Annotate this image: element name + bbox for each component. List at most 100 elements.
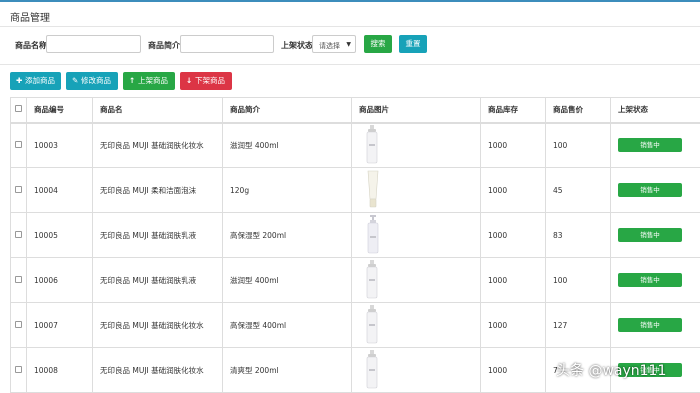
cell-image [351,212,481,258]
status-badge[interactable]: 销售中 [618,183,682,197]
cell-image [351,347,481,393]
edit-product-label: 修改商品 [81,76,111,85]
divider [0,26,700,27]
table-header-row: 商品编号 商品名 商品简介 商品图片 商品库存 商品售价 上架状态 [10,97,700,124]
cell-intro: 高保湿型 400ml [222,302,352,348]
row-checkbox[interactable] [15,275,22,283]
cell-status: 销售中 [610,302,700,348]
list-product-button[interactable]: ↑ 上架商品 [123,72,175,90]
row-checkbox[interactable] [15,140,22,148]
product-image [365,349,480,391]
cell-name: 无印良品 MUJI 基础润肤化妆水 [92,122,223,168]
status-badge[interactable]: 销售中 [618,138,682,153]
cell-price: 83 [545,212,611,258]
cell-intro: 清爽型 200ml [222,347,352,393]
cell-intro: 120g [222,167,352,213]
row-checkbox-cell [10,257,27,303]
cell-status: 销售中 [610,167,700,213]
status-badge[interactable]: 销售中 [618,273,682,287]
row-checkbox-cell [10,122,27,168]
cell-id: 10006 [26,257,93,303]
product-image [365,169,480,211]
header-image[interactable]: 商品图片 [351,97,481,124]
cell-stock: 1000 [480,122,546,168]
header-stock[interactable]: 商品库存 [480,97,546,124]
row-checkbox[interactable] [15,185,22,193]
status-badge[interactable]: 销售中 [618,228,682,242]
toolbar: ✚ 添加商品 ✎ 修改商品 ↑ 上架商品 ↓ 下架商品 [0,72,700,92]
cell-image [351,122,481,168]
cell-image [351,257,481,303]
cell-id: 10005 [26,212,93,258]
row-checkbox-cell [10,302,27,348]
delist-product-button[interactable]: ↓ 下架商品 [180,72,232,90]
cell-intro: 滋润型 400ml [222,257,352,303]
cell-stock: 1000 [480,167,546,213]
product-image [365,124,480,166]
cell-price: 100 [545,122,611,168]
edit-product-button[interactable]: ✎ 修改商品 [66,72,118,90]
status-select[interactable]: 请选择 ▼ [312,35,356,53]
cell-intro: 滋润型 400ml [222,122,352,168]
cell-price: 127 [545,302,611,348]
row-checkbox-cell [10,167,27,213]
cell-id: 10007 [26,302,93,348]
cell-name: 无印良品 MUJI 基础润肤化妆水 [92,302,223,348]
row-checkbox-cell [10,347,27,393]
table-row[interactable]: 10003 无印良品 MUJI 基础润肤化妆水 滋润型 400ml 1000 1… [10,122,700,168]
cell-name: 无印良品 MUJI 柔和洁面泡沫 [92,167,223,213]
table-row[interactable]: 10005 无印良品 MUJI 基础润肤乳液 高保湿型 200ml 1000 8… [10,212,700,258]
arrow-up-icon: ↑ [129,76,136,85]
header-price[interactable]: 商品售价 [545,97,611,124]
cell-name: 无印良品 MUJI 基础润肤乳液 [92,257,223,303]
cell-image [351,302,481,348]
table-row[interactable]: 10007 无印良品 MUJI 基础润肤化妆水 高保湿型 400ml 1000 … [10,302,700,348]
cell-id: 10008 [26,347,93,393]
table-row[interactable]: 10006 无印良品 MUJI 基础润肤乳液 滋润型 400ml 1000 10… [10,257,700,303]
cell-status: 销售中 [610,122,700,168]
header-id[interactable]: 商品编号 [26,97,93,124]
select-all-cell [10,97,27,124]
select-all-checkbox[interactable] [15,105,22,113]
cell-price: 100 [545,257,611,303]
name-input[interactable] [46,35,141,53]
watermark: 头条 @wayn111 [556,363,667,379]
cell-price: 45 [545,167,611,213]
page-title: 商品管理 [10,13,50,24]
status-select-value: 请选择 [319,42,340,50]
reset-button[interactable]: 重置 [399,35,427,53]
cell-stock: 1000 [480,212,546,258]
add-product-button[interactable]: ✚ 添加商品 [10,72,61,90]
search-button[interactable]: 搜索 [364,35,392,53]
row-checkbox[interactable] [15,230,22,238]
add-product-label: 添加商品 [25,76,55,85]
chevron-down-icon: ▼ [346,41,351,48]
intro-label: 商品简介 [148,41,180,50]
product-image [365,259,480,301]
product-image [365,214,480,256]
cell-stock: 1000 [480,257,546,303]
header-name[interactable]: 商品名 [92,97,223,124]
header-intro[interactable]: 商品简介 [222,97,352,124]
cell-name: 无印良品 MUJI 基础润肤化妆水 [92,347,223,393]
row-checkbox-cell [10,212,27,258]
name-label: 商品名称 [15,41,47,50]
status-badge[interactable]: 销售中 [618,318,682,332]
list-product-label: 上架商品 [138,76,168,85]
cell-name: 无印良品 MUJI 基础润肤乳液 [92,212,223,258]
delist-product-label: 下架商品 [195,76,225,85]
intro-input[interactable] [180,35,274,53]
row-checkbox[interactable] [15,320,22,328]
cell-image [351,167,481,213]
status-label: 上架状态 [281,41,313,50]
header-status[interactable]: 上架状态 [610,97,700,124]
cell-status: 销售中 [610,212,700,258]
divider [0,64,700,65]
product-image [365,304,480,346]
top-accent-line [0,0,700,2]
table-body: 10003 无印良品 MUJI 基础润肤化妆水 滋润型 400ml 1000 1… [10,122,700,393]
search-form: 商品名称 商品简介 上架状态 请选择 ▼ 搜索 重置 [0,34,700,56]
cell-id: 10004 [26,167,93,213]
row-checkbox[interactable] [15,365,22,373]
table-row[interactable]: 10004 无印良品 MUJI 柔和洁面泡沫 120g 1000 45 销售中 [10,167,700,213]
